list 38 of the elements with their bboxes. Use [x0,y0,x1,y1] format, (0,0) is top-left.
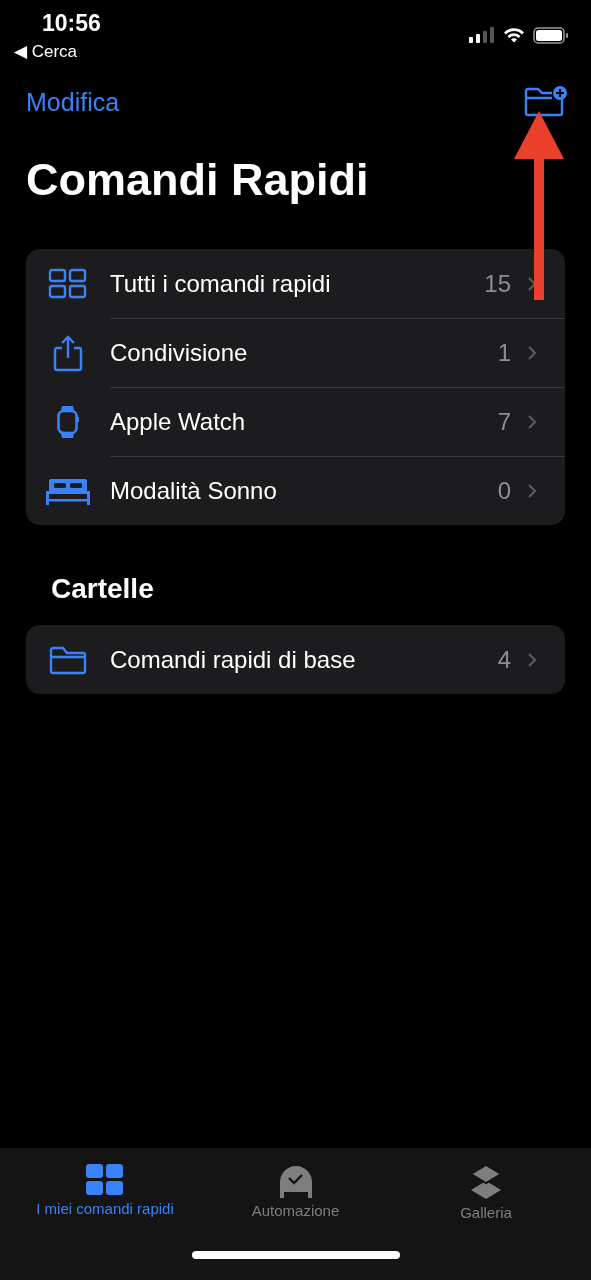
item-count: 4 [497,645,511,674]
section-heading: Cartelle [51,573,155,605]
chevron-icon [527,651,537,668]
item-count: 0 [497,476,511,505]
collection-label: Apple Watch [110,407,247,436]
watch-icon [56,404,80,439]
folder-label: Comandi rapidi di base [110,645,357,674]
clock-icon [277,1164,314,1198]
battery-icon [533,26,569,44]
collection-row[interactable]: Apple Watch 7 [26,387,565,456]
status-time: 10:56 [41,10,101,37]
collection-label: Modalità Sonno [110,476,278,505]
collection-label: Tutti i comandi rapidi [110,269,332,298]
grid-icon [48,267,88,300]
bed-icon [46,476,90,505]
signal-icon [469,27,495,43]
collection-row[interactable]: Condivisione 1 [26,318,565,387]
tab[interactable]: I miei comandi rapidi [10,1164,200,1221]
layers-icon [468,1164,504,1200]
collection-label: Condivisione [110,338,249,367]
chevron-icon [527,413,537,430]
wifi-icon [503,27,525,43]
share-icon [52,333,84,372]
page-title: Comandi Rapidi [26,154,370,207]
new-folder-button[interactable] [523,85,569,119]
folder-row[interactable]: Comandi rapidi di base 4 [26,625,565,694]
collection-row[interactable]: Modalità Sonno 0 [26,456,565,525]
chevron-icon [527,344,537,361]
item-count: 7 [497,407,511,436]
grid-icon [86,1164,124,1196]
item-count: 15 [484,269,511,298]
tab[interactable]: Automazione [200,1164,391,1221]
item-count: 1 [497,338,511,367]
back-link[interactable]: ◀ Cerca [14,41,101,62]
edit-link[interactable]: Modifica [26,87,120,117]
chevron-icon [527,482,537,499]
folder-plus-icon [523,85,569,119]
tab[interactable]: Galleria [391,1164,581,1221]
